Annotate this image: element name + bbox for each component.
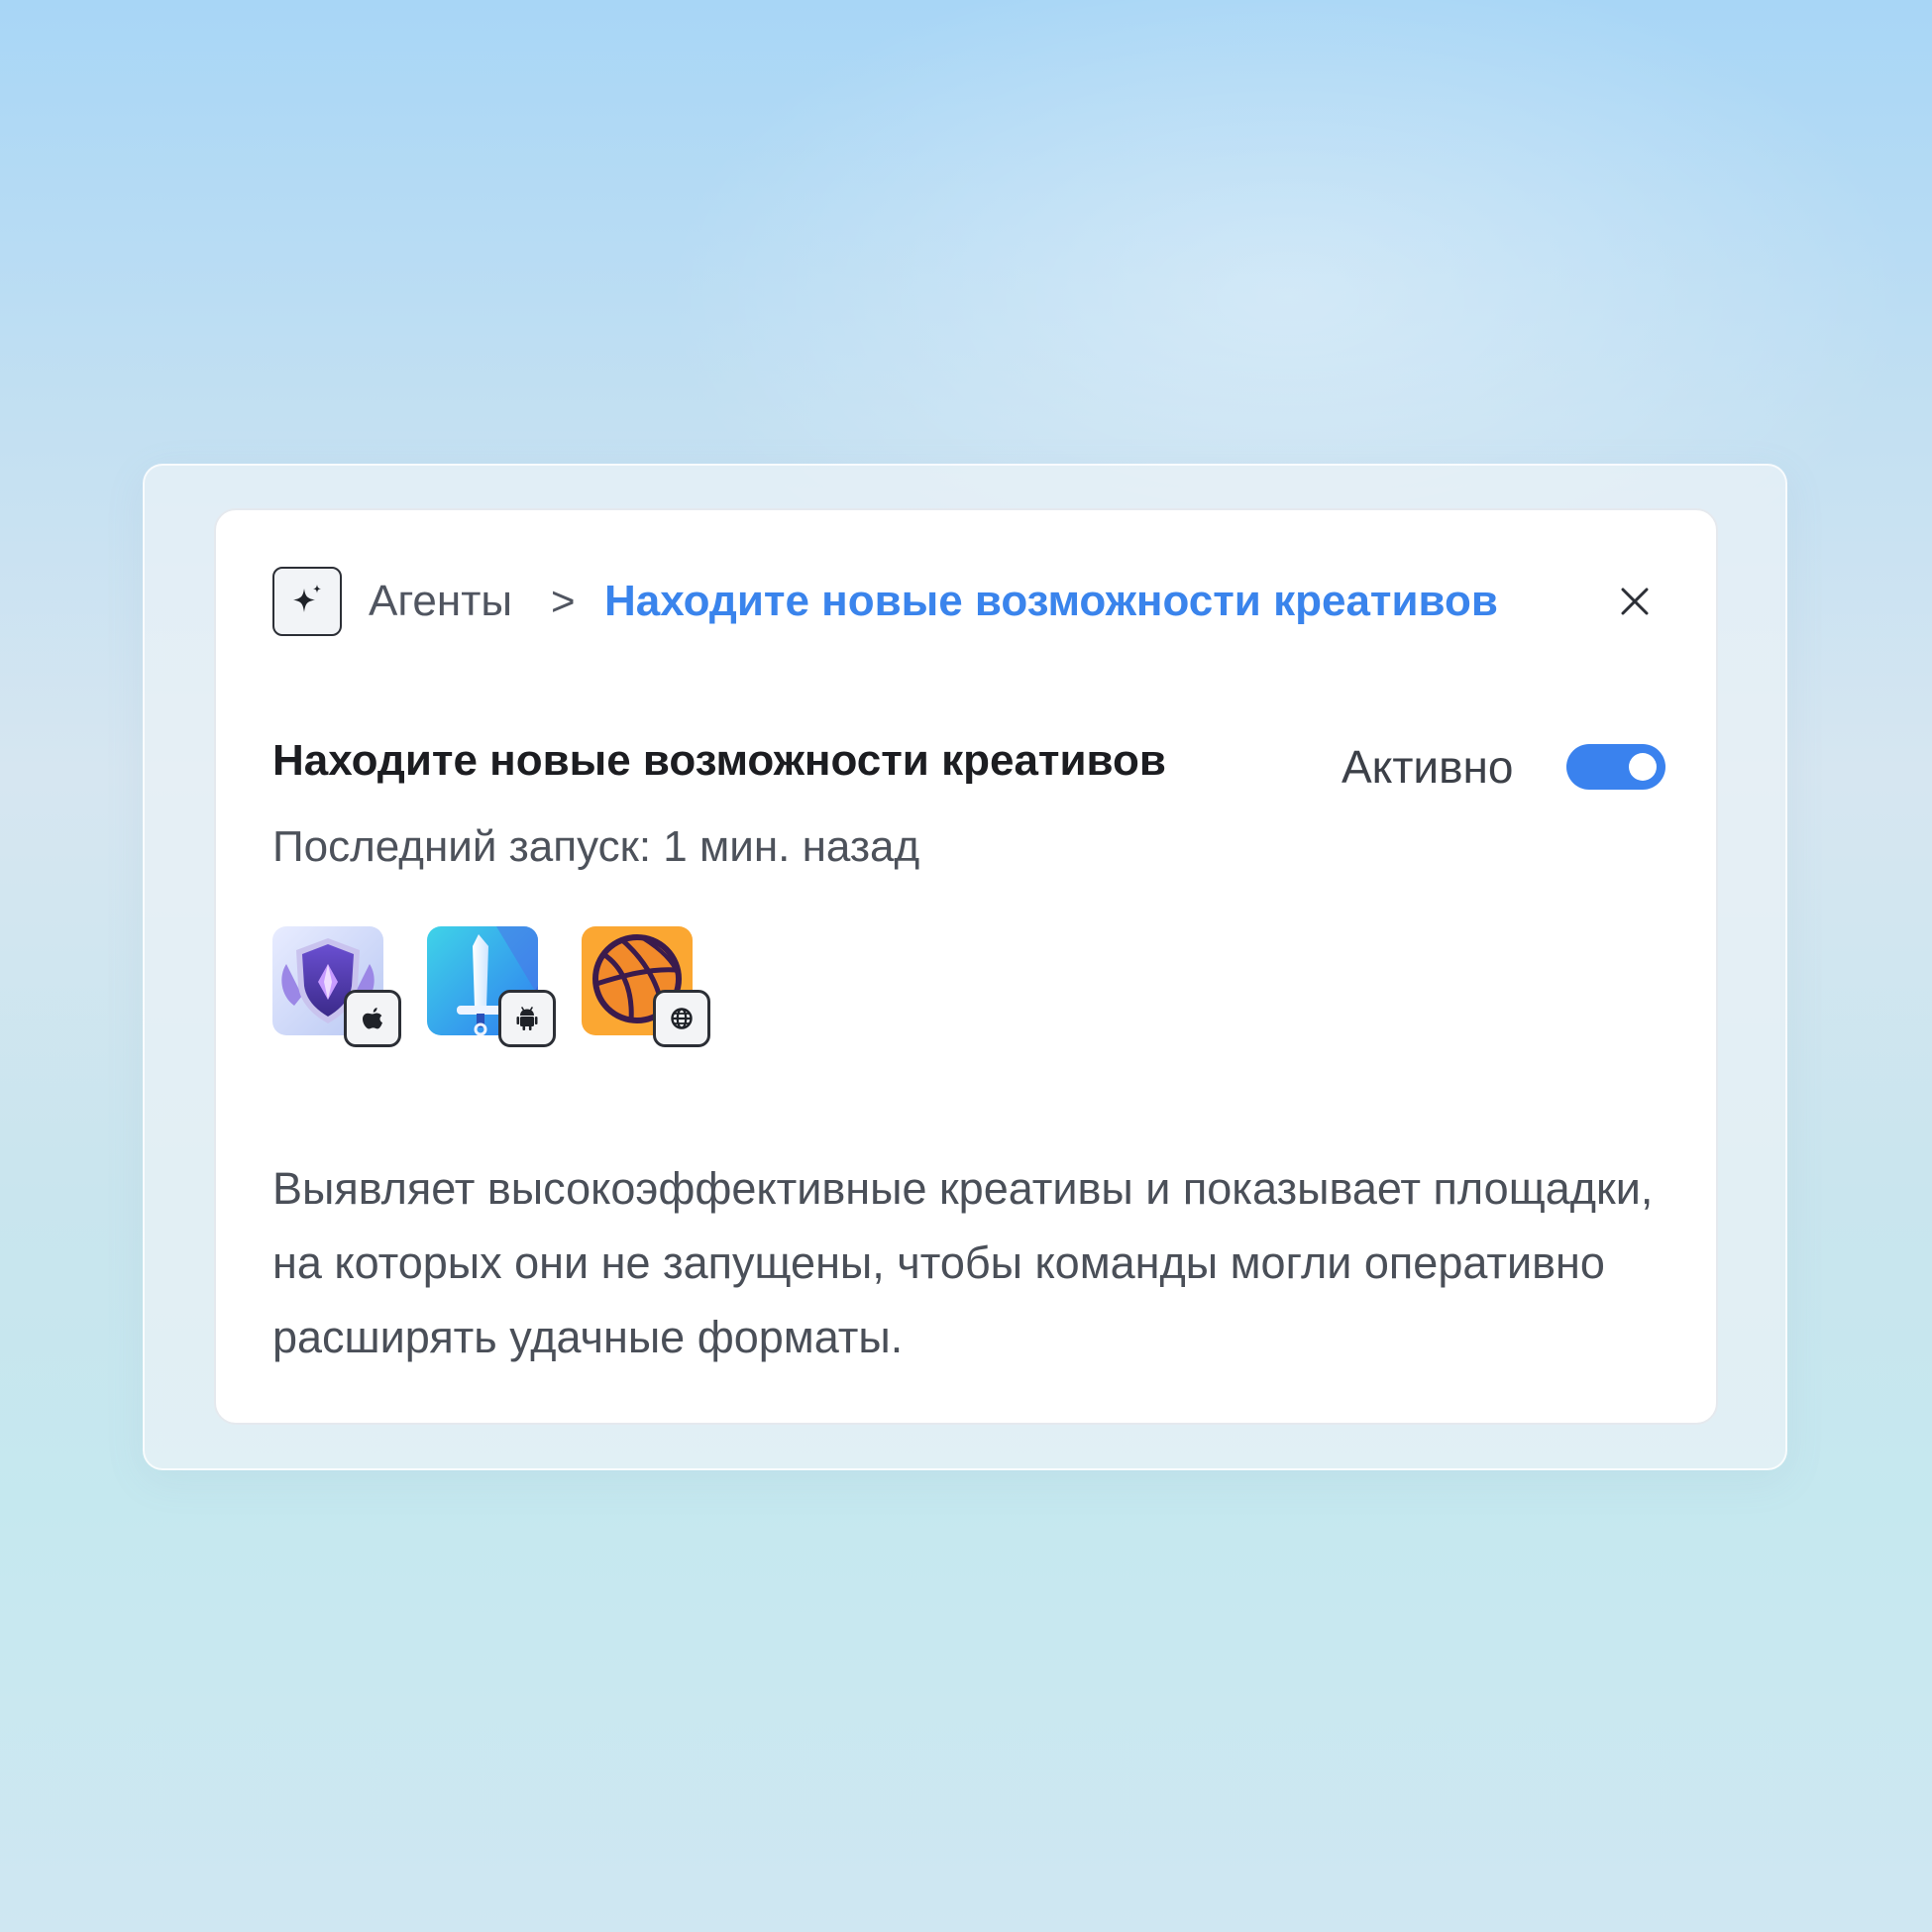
agent-card: Агенты > Находите новые возможности креа… xyxy=(214,508,1718,1425)
breadcrumb-root-link[interactable]: Агенты xyxy=(369,576,512,627)
agent-title: Находите новые возможности креативов xyxy=(272,736,1166,785)
apple-icon xyxy=(344,990,401,1047)
sparkle-icon xyxy=(272,567,342,636)
agent-description: Выявляет высокоэффективные креативы и по… xyxy=(272,1163,1654,1362)
app-item-basketball[interactable] xyxy=(582,926,712,1055)
status-label: Активно xyxy=(1342,741,1514,793)
active-toggle[interactable] xyxy=(1566,744,1665,790)
close-icon xyxy=(1621,588,1649,615)
toggle-knob xyxy=(1629,753,1657,781)
breadcrumb-separator: > xyxy=(551,578,576,624)
app-item-shield[interactable] xyxy=(272,926,403,1055)
breadcrumb-current: Находите новые возможности креативов xyxy=(604,577,1498,625)
last-run-text: Последний запуск: 1 мин. назад xyxy=(272,822,920,871)
close-button[interactable] xyxy=(1613,580,1657,623)
globe-icon xyxy=(653,990,710,1047)
app-item-sword[interactable] xyxy=(427,926,558,1055)
android-icon xyxy=(498,990,556,1047)
